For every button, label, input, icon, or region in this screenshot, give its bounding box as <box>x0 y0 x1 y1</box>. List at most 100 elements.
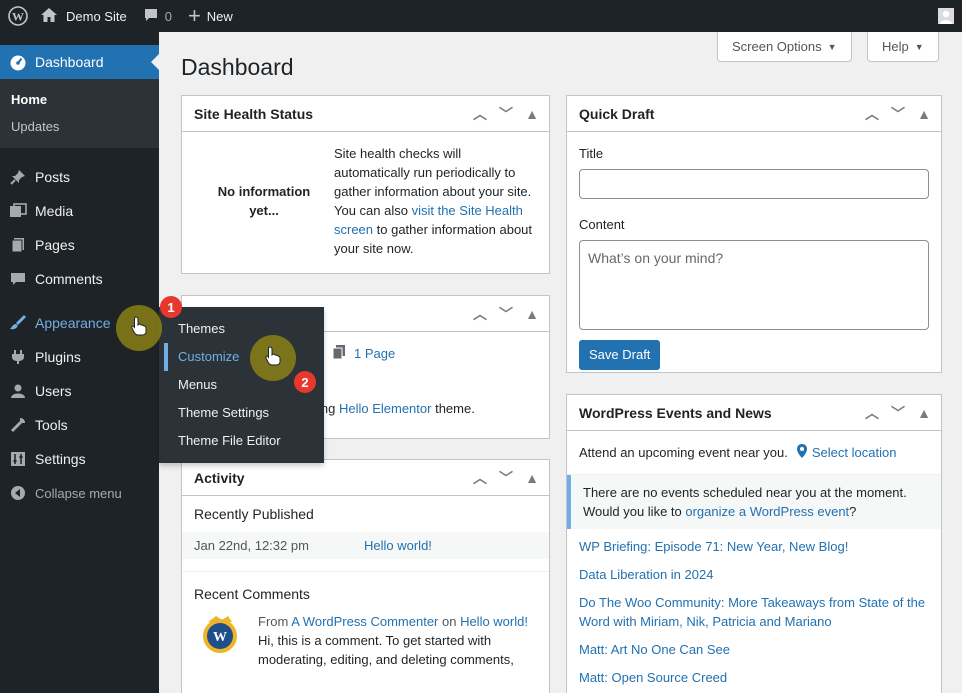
comment-item: W From A WordPress Commenter on Hello wo… <box>182 602 549 669</box>
screen-options-button[interactable]: Screen Options ▼ <box>717 32 852 62</box>
sidebar-item-label: Posts <box>35 169 71 185</box>
toggle-panel-icon[interactable]: ▲ <box>911 395 937 431</box>
sidebar-item-label: Dashboard <box>35 54 104 70</box>
sidebar-item-settings[interactable]: Settings <box>0 442 159 476</box>
sidebar-item-label: Tools <box>35 417 68 433</box>
new-content-link[interactable]: + New <box>180 0 241 32</box>
help-button[interactable]: Help ▼ <box>867 32 939 62</box>
plug-icon <box>9 348 27 366</box>
sidebar-item-label: Media <box>35 203 74 219</box>
help-label: Help <box>882 39 909 54</box>
post-link[interactable]: Hello world! <box>364 538 432 553</box>
sidebar-item-label: Settings <box>35 451 86 467</box>
move-up-icon[interactable]: ︿ <box>467 296 493 332</box>
wordpress-logo-icon[interactable]: W <box>0 0 36 32</box>
sidebar-item-label: Comments <box>35 271 103 287</box>
home-icon <box>40 7 58 26</box>
wrench-icon <box>9 416 27 434</box>
select-location-button[interactable]: Select location <box>796 443 896 462</box>
widget-title: Site Health Status <box>194 105 314 122</box>
hand-cursor-icon <box>265 346 281 369</box>
admin-sidebar: Dashboard Home Updates Posts Media Pages… <box>0 32 159 693</box>
toggle-panel-icon[interactable]: ▲ <box>519 96 545 132</box>
sidebar-item-label: Users <box>35 383 72 399</box>
page-title: Dashboard <box>181 54 294 80</box>
content-field[interactable]: What’s on your mind? <box>579 240 929 330</box>
comment-text: Hi, this is a comment. To get started wi… <box>258 633 514 667</box>
move-down-icon[interactable]: ﹀ <box>493 96 519 132</box>
health-no-info: No information yet... <box>217 184 311 218</box>
move-up-icon[interactable]: ︿ <box>859 395 885 431</box>
flyout-item-theme-file-editor[interactable]: Theme File Editor <box>159 427 324 455</box>
move-down-icon[interactable]: ﹀ <box>493 460 519 496</box>
toggle-panel-icon[interactable]: ▲ <box>911 96 937 132</box>
sidebar-item-pages[interactable]: Pages <box>0 228 159 262</box>
new-label: New <box>206 8 233 24</box>
recently-published-heading: Recently Published <box>194 506 314 522</box>
from-text: From <box>258 614 292 629</box>
sidebar-item-comments[interactable]: Comments <box>0 262 159 296</box>
news-link[interactable]: Data Liberation in 2024 <box>579 565 929 584</box>
step-badge-2: 2 <box>294 371 316 393</box>
health-description: Site health checks will automatically ru… <box>334 144 537 258</box>
events-news-widget: WordPress Events and News ︿ ﹀ ▲ Attend a… <box>566 394 942 693</box>
move-down-icon[interactable]: ﹀ <box>885 96 911 132</box>
plus-icon: + <box>187 3 201 28</box>
comments-link[interactable]: 0 <box>135 0 180 32</box>
sidebar-item-label: Plugins <box>35 349 81 365</box>
step-badge-1: 1 <box>160 296 182 318</box>
collapse-label: Collapse menu <box>35 485 122 501</box>
flyout-item-customize[interactable]: Customize <box>164 343 324 371</box>
title-field[interactable] <box>579 169 929 199</box>
page-count-link[interactable]: 1 Page <box>354 346 395 361</box>
comment-icon <box>9 270 27 288</box>
save-draft-button[interactable]: Save Draft <box>579 340 661 370</box>
toggle-panel-icon[interactable]: ▲ <box>519 460 545 496</box>
brush-icon <box>9 314 27 332</box>
commenter-link[interactable]: A WordPress Commenter <box>291 614 438 629</box>
sidebar-item-dashboard[interactable]: Dashboard <box>0 45 159 79</box>
quick-draft-widget: Quick Draft ︿ ﹀ ▲ Title Content What’s o… <box>566 95 942 373</box>
sidebar-item-users[interactable]: Users <box>0 374 159 408</box>
list-item: Jan 22nd, 12:32 pm Hello world! <box>182 532 549 559</box>
comment-count: 0 <box>164 8 172 24</box>
sidebar-item-media[interactable]: Media <box>0 194 159 228</box>
flyout-item-themes[interactable]: Themes <box>159 315 324 343</box>
news-link[interactable]: Do The Woo Community: More Takeaways fro… <box>579 593 929 631</box>
settings-icon <box>9 450 27 468</box>
submenu-updates[interactable]: Updates <box>0 113 159 140</box>
comment-post-link[interactable]: Hello world! <box>460 614 528 629</box>
title-label: Title <box>579 146 604 161</box>
site-name: Demo Site <box>66 8 127 24</box>
collapse-menu-button[interactable]: Collapse menu <box>0 476 159 510</box>
theme-link[interactable]: Hello Elementor <box>339 401 432 416</box>
news-link[interactable]: Matt: Art No One Can See <box>579 640 929 659</box>
news-link[interactable]: WP Briefing: Episode 71: New Year, New B… <box>579 537 929 556</box>
widget-header: WordPress Events and News ︿ ﹀ ▲ <box>567 395 941 431</box>
on-text: on <box>438 614 461 629</box>
commenter-avatar: W <box>198 612 242 656</box>
move-up-icon[interactable]: ︿ <box>467 460 493 496</box>
move-up-icon[interactable]: ︿ <box>467 96 493 132</box>
organize-event-link[interactable]: organize a WordPress event <box>685 504 849 519</box>
move-up-icon[interactable]: ︿ <box>859 96 885 132</box>
sidebar-item-tools[interactable]: Tools <box>0 408 159 442</box>
sidebar-item-posts[interactable]: Posts <box>0 160 159 194</box>
widget-header: Activity ︿ ﹀ ▲ <box>182 460 549 496</box>
dashboard-icon <box>9 53 27 71</box>
comment-body: From A WordPress Commenter on Hello worl… <box>258 612 537 669</box>
submenu-home[interactable]: Home <box>0 86 159 113</box>
pin-icon <box>9 168 27 186</box>
news-list: WP Briefing: Episode 71: New Year, New B… <box>567 529 941 687</box>
move-down-icon[interactable]: ﹀ <box>885 395 911 431</box>
post-date: Jan 22nd, 12:32 pm <box>194 538 309 553</box>
hand-cursor-icon <box>131 316 147 339</box>
pages-icon <box>332 344 346 363</box>
flyout-item-theme-settings[interactable]: Theme Settings <box>159 399 324 427</box>
user-avatar[interactable] <box>938 8 954 24</box>
toggle-panel-icon[interactable]: ▲ <box>519 296 545 332</box>
site-name-link[interactable]: Demo Site <box>36 0 135 32</box>
move-down-icon[interactable]: ﹀ <box>493 296 519 332</box>
news-link[interactable]: Matt: Open Source Creed <box>579 668 929 687</box>
sidebar-item-label: Pages <box>35 237 75 253</box>
